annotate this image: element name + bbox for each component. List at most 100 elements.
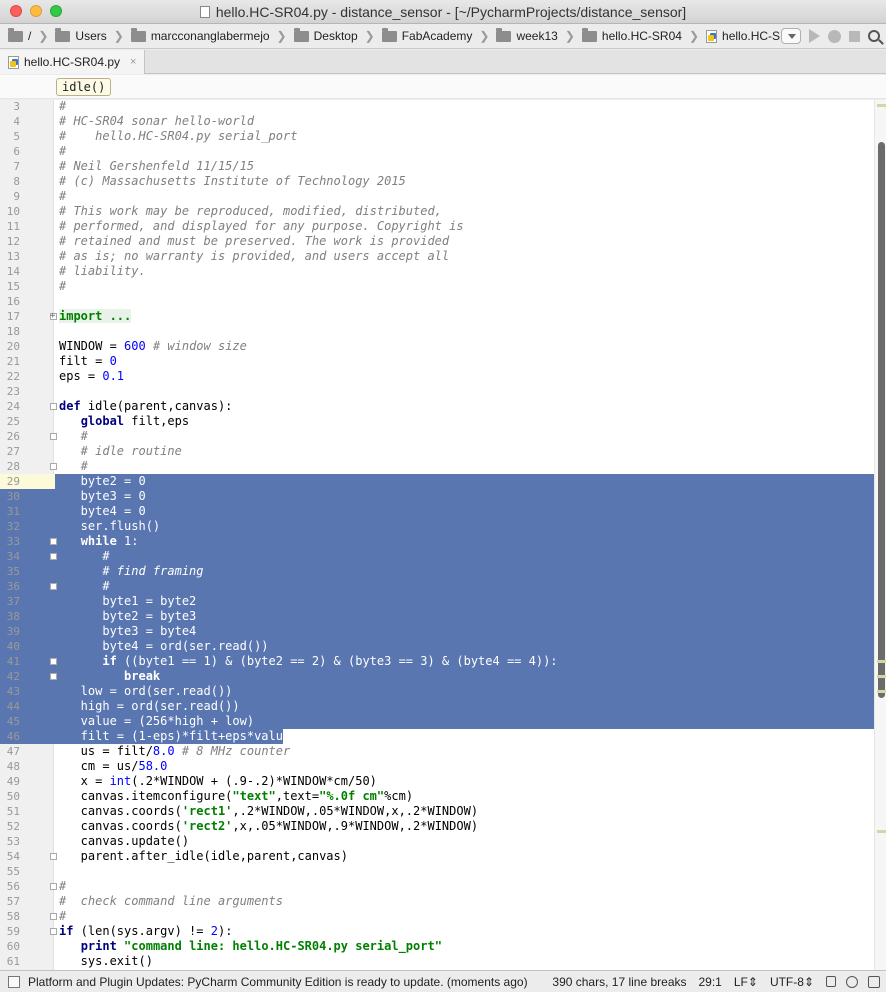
code-line[interactable]: 36 # <box>0 579 874 594</box>
code-line[interactable]: 5 # hello.HC-SR04.py serial_port <box>0 129 874 144</box>
code-line[interactable]: 56 # <box>0 879 874 894</box>
code-line[interactable]: 21 filt = 0 <box>0 354 874 369</box>
line-separator[interactable]: LF⇕ <box>734 975 758 989</box>
code-line[interactable]: 38 byte2 = byte3 <box>0 609 874 624</box>
code-line[interactable]: 55 <box>0 864 874 879</box>
code-line[interactable]: 11 # performed, and displayed for any pur… <box>0 219 874 234</box>
breadcrumb-item[interactable]: hello.HC-SR04.py <box>706 29 781 43</box>
collapse-fold-icon[interactable] <box>50 553 57 560</box>
code-line[interactable]: 37 byte1 = byte2 <box>0 594 874 609</box>
code-line[interactable]: 48 cm = us/58.0 <box>0 759 874 774</box>
code-line[interactable]: 25 global filt,eps <box>0 414 874 429</box>
breadcrumb-item[interactable]: Users <box>55 27 107 43</box>
run-config-dropdown[interactable] <box>781 28 801 44</box>
code-line[interactable]: 54 parent.after_idle(idle,parent,canvas) <box>0 849 874 864</box>
search-icon[interactable] <box>868 30 880 42</box>
breadcrumb-item[interactable]: FabAcademy <box>381 27 472 43</box>
code-line[interactable]: 57 # check command line arguments <box>0 894 874 909</box>
code-line[interactable]: 4 # HC-SR04 sonar hello-world <box>0 114 874 129</box>
code-line[interactable]: 33 while 1: <box>0 534 874 549</box>
code-line[interactable]: 39 byte3 = byte4 <box>0 624 874 639</box>
warning-marker[interactable] <box>877 104 886 107</box>
code-line[interactable]: 59 if (len(sys.argv) != 2): <box>0 924 874 939</box>
current-function-badge[interactable]: idle() <box>56 78 112 96</box>
inspector-icon[interactable] <box>846 975 858 988</box>
code-line[interactable]: 20 WINDOW = 600 # window size <box>0 339 874 354</box>
debug-icon[interactable] <box>828 29 841 43</box>
code-line[interactable]: 34 # <box>0 549 874 564</box>
code-line[interactable]: 31 byte4 = 0 <box>0 504 874 519</box>
marker[interactable] <box>877 675 886 678</box>
collapse-fold-icon[interactable] <box>50 928 57 935</box>
code-line[interactable]: 53 canvas.update() <box>0 834 874 849</box>
code-line[interactable]: 12 # retained and must be preserved. The … <box>0 234 874 249</box>
code-line[interactable]: 29 byte2 = 0 <box>0 474 874 489</box>
breadcrumb-item[interactable]: hello.HC-SR04 <box>581 27 682 43</box>
code-line[interactable]: 32 ser.flush() <box>0 519 874 534</box>
code-line[interactable]: 58 # <box>0 909 874 924</box>
breadcrumb-item[interactable]: marcconanglabermejo <box>130 27 270 43</box>
code-line[interactable]: 18 <box>0 324 874 339</box>
code-line[interactable]: 3 # <box>0 100 874 114</box>
code-line[interactable]: 30 byte3 = 0 <box>0 489 874 504</box>
code-line[interactable]: 61 sys.exit() <box>0 954 874 969</box>
code-line[interactable]: 46 filt = (1-eps)*filt+eps*value <box>0 729 874 744</box>
file-encoding[interactable]: UTF-8⇕ <box>770 975 814 989</box>
code-line[interactable]: 7 # Neil Gershenfeld 11/15/15 <box>0 159 874 174</box>
code-line[interactable]: 43 low = ord(ser.read()) <box>0 684 874 699</box>
stop-icon[interactable] <box>849 30 860 42</box>
collapse-fold-icon[interactable] <box>50 538 57 545</box>
code-line[interactable]: 15 # <box>0 279 874 294</box>
marker[interactable] <box>877 830 886 833</box>
collapse-fold-icon[interactable] <box>50 658 57 665</box>
breadcrumb-item[interactable]: week13 <box>496 27 558 43</box>
code-line[interactable]: 40 byte4 = ord(ser.read()) <box>0 639 874 654</box>
code-line[interactable]: 27 # idle routine <box>0 444 874 459</box>
code-line[interactable]: 13 # as is; no warranty is provided, and … <box>0 249 874 264</box>
lock-icon[interactable] <box>826 976 836 987</box>
code-line[interactable]: 16 <box>0 294 874 309</box>
breadcrumb-item[interactable]: Desktop <box>293 27 358 43</box>
code-line[interactable]: 14 # liability. <box>0 264 874 279</box>
collapse-fold-icon[interactable] <box>50 583 57 590</box>
code-line[interactable]: 10 # This work may be reproduced, modifie… <box>0 204 874 219</box>
code-line[interactable]: 35 # find framing <box>0 564 874 579</box>
status-message[interactable]: Platform and Plugin Updates: PyCharm Com… <box>28 975 552 989</box>
code-line[interactable]: 47 us = filt/8.0 # 8 MHz counter <box>0 744 874 759</box>
breadcrumb-item[interactable]: / <box>8 27 31 43</box>
close-tab-icon[interactable]: × <box>130 56 136 68</box>
code-line[interactable]: 41 if ((byte1 == 1) & (byte2 == 2) & (by… <box>0 654 874 669</box>
collapse-fold-icon[interactable] <box>50 463 57 470</box>
code-line[interactable]: 50 canvas.itemconfigure("text",text="%.0… <box>0 789 874 804</box>
code-line[interactable]: 49 x = int(.2*WINDOW + (.9-.2)*WINDOW*cm… <box>0 774 874 789</box>
code-line[interactable]: 23 <box>0 384 874 399</box>
marker[interactable] <box>877 690 886 693</box>
code-lines[interactable]: 3 #4 # HC-SR04 sonar hello-world 5 # hello.H… <box>0 100 874 969</box>
collapse-fold-icon[interactable] <box>50 853 57 860</box>
code-line[interactable]: 8 # (c) Massachusetts Institute of Techno… <box>0 174 874 189</box>
code-line[interactable]: 24 def idle(parent,canvas): <box>0 399 874 414</box>
code-line[interactable]: 28 # <box>0 459 874 474</box>
tool-windows-icon[interactable] <box>8 975 20 988</box>
vertical-scrollbar[interactable] <box>874 100 886 970</box>
code-line[interactable]: 6 # <box>0 144 874 159</box>
marker[interactable] <box>877 660 886 663</box>
code-line[interactable]: 60 print "command line: hello.HC-SR04.py… <box>0 939 874 954</box>
collapse-fold-icon[interactable] <box>50 673 57 680</box>
collapse-fold-icon[interactable] <box>50 883 57 890</box>
code-line[interactable]: 52 canvas.coords('rect2',x,.05*WINDOW,.9… <box>0 819 874 834</box>
tab-hello-hc-sr04[interactable]: hello.HC-SR04.py × <box>0 50 146 74</box>
code-line[interactable]: 44 high = ord(ser.read()) <box>0 699 874 714</box>
collapse-fold-icon[interactable] <box>50 403 57 410</box>
code-line[interactable]: 17 import ... <box>0 309 874 324</box>
code-line[interactable]: 51 canvas.coords('rect1',.2*WINDOW,.05*W… <box>0 804 874 819</box>
code-line[interactable]: 22 eps = 0.1 <box>0 369 874 384</box>
collapse-fold-icon[interactable] <box>50 913 57 920</box>
caret-position[interactable]: 29:1 <box>699 975 722 989</box>
scrollbar-thumb[interactable] <box>878 142 885 698</box>
expand-fold-icon[interactable] <box>50 309 57 324</box>
event-log-icon[interactable] <box>868 975 880 988</box>
code-line[interactable]: 26 # <box>0 429 874 444</box>
run-icon[interactable] <box>809 29 820 43</box>
code-line[interactable]: 45 value = (256*high + low) <box>0 714 874 729</box>
